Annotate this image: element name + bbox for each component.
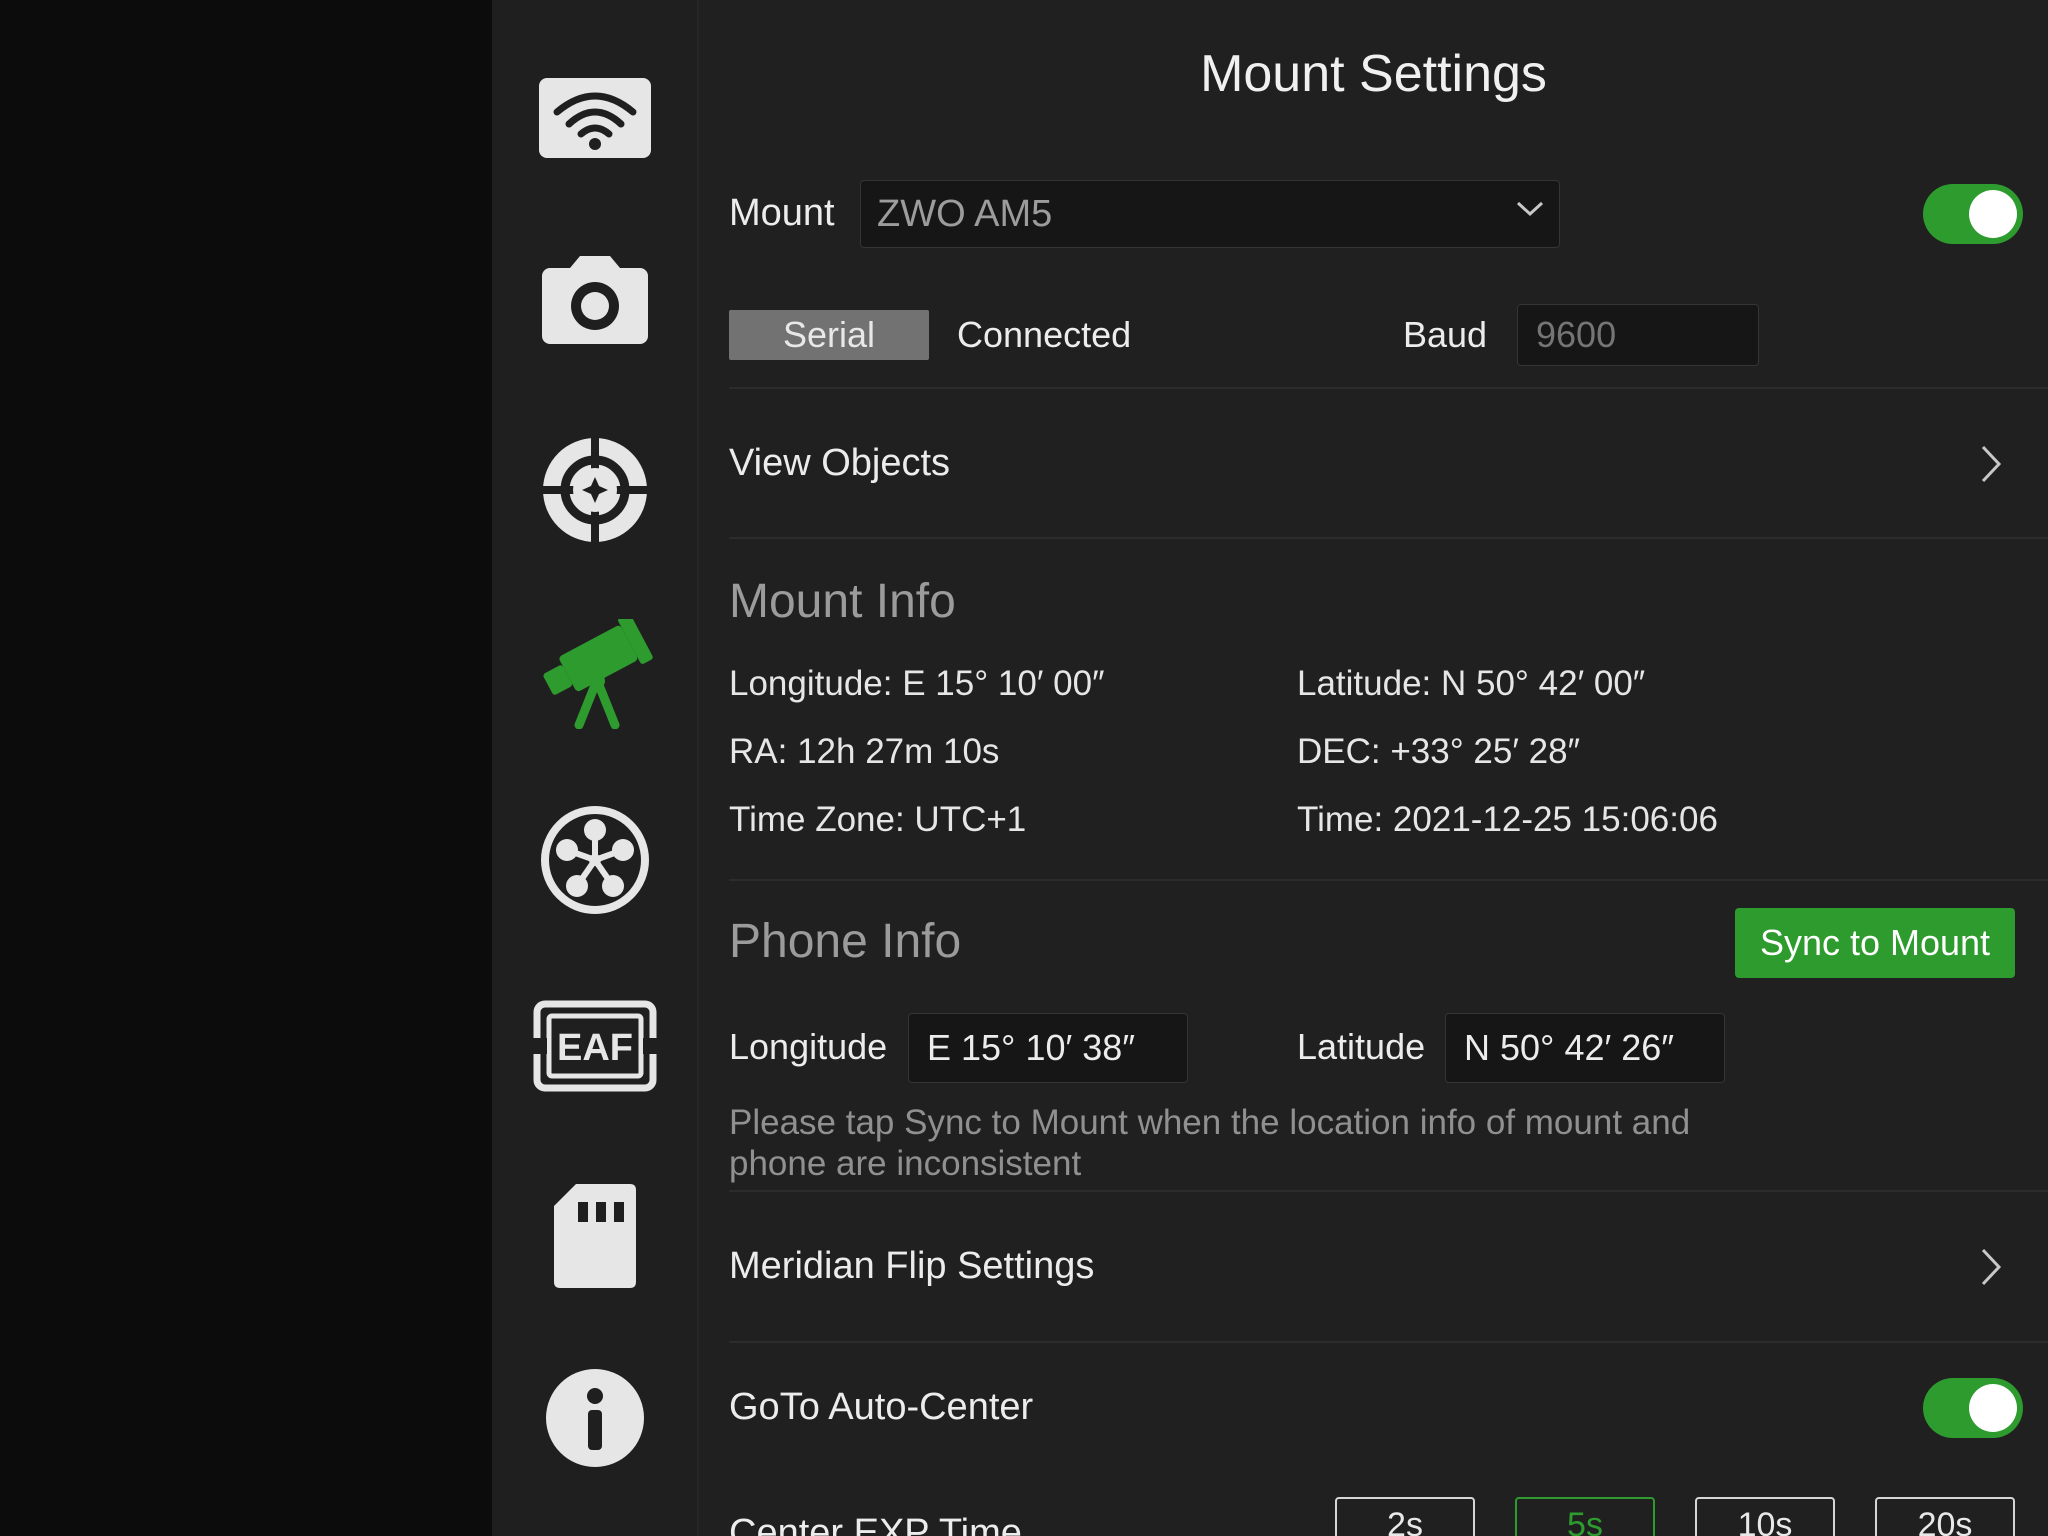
sync-to-mount-button[interactable]: Sync to Mount [1735,908,2015,978]
sidebar: EAF [492,0,699,1536]
mount-info-heading: Mount Info [729,575,956,628]
mount-select[interactable]: ZWO AM5 [860,180,1560,248]
exp-option-2s[interactable]: 2s [1335,1497,1475,1536]
phone-info-note-line: phone are inconsistent [729,1144,1082,1183]
phone-info-note: Please tap Sync to Mount when the locati… [729,1102,1729,1184]
filter-wheel-icon [540,806,649,914]
chevron-right-icon [1981,445,2002,483]
phone-latitude-field[interactable]: N 50° 42′ 26″ [1445,1013,1725,1083]
sidebar-item-filter-wheel[interactable] [492,790,697,930]
center-exp-label: Center EXP Time [729,1512,1022,1536]
goto-auto-center-toggle[interactable] [1923,1378,2023,1438]
exp-option-5s[interactable]: 5s [1515,1497,1655,1536]
exp-option-20s[interactable]: 20s [1875,1497,2015,1536]
sd-card-icon [553,1184,636,1288]
phone-longitude-field[interactable]: E 15° 10′ 38″ [908,1013,1188,1083]
goto-auto-center-label: GoTo Auto-Center [729,1386,1034,1428]
sidebar-item-storage[interactable] [492,1166,697,1306]
guide-icon [541,437,648,543]
mount-longitude: Longitude: E 15° 10′ 00″ [729,664,1105,703]
divider [729,537,2048,539]
mount-select-value: ZWO AM5 [877,193,1053,235]
chevron-down-icon [1516,201,1544,217]
settings-panel: Mount Settings Mount ZWO AM5 Serial Conn… [699,0,2048,1536]
phone-longitude-label: Longitude [729,1026,888,1067]
mount-dec: DEC: +33° 25′ 28″ [1297,732,1580,771]
divider [729,387,2048,389]
connection-status: Connected [957,314,1132,355]
view-objects-label: View Objects [729,442,951,484]
sidebar-item-camera[interactable] [492,230,697,370]
exp-option-10s[interactable]: 10s [1695,1497,1835,1536]
divider [729,1341,2048,1343]
toggle-knob [1969,1384,2017,1432]
page-title: Mount Settings [1200,45,1547,103]
sidebar-item-eaf[interactable]: EAF [492,976,697,1116]
chevron-right-icon [1981,1248,2002,1286]
sidebar-item-mount[interactable] [492,604,697,744]
serial-button[interactable]: Serial [729,310,929,360]
info-icon [545,1369,644,1467]
left-blank-area [0,0,492,1536]
sidebar-item-guide[interactable] [492,420,697,560]
eaf-icon: EAF [532,1000,657,1092]
mount-latitude: Latitude: N 50° 42′ 00″ [1297,664,1646,703]
sidebar-item-wifi[interactable] [492,48,697,188]
phone-latitude-label: Latitude [1297,1026,1426,1067]
mount-ra: RA: 12h 27m 10s [729,732,1000,771]
camera-icon [541,256,648,344]
meridian-flip-label: Meridian Flip Settings [729,1245,1095,1287]
mount-time: Time: 2021-12-25 15:06:06 [1297,800,1718,839]
meridian-flip-row[interactable]: Meridian Flip Settings [729,1193,2048,1341]
baud-input[interactable] [1517,304,1759,366]
telescope-icon [542,619,653,729]
sidebar-item-info[interactable] [492,1348,697,1488]
phone-info-heading: Phone Info [729,915,962,968]
mount-label: Mount [729,192,835,234]
toggle-knob [1969,190,2017,238]
baud-label: Baud [1403,314,1488,355]
mount-time-zone: Time Zone: UTC+1 [729,800,1027,839]
view-objects-row[interactable]: View Objects [729,390,2048,538]
wifi-icon [538,78,651,158]
mount-toggle[interactable] [1923,184,2023,244]
eaf-icon-text: EAF [557,1027,633,1069]
phone-info-note-line: Please tap Sync to Mount when the locati… [729,1103,1691,1142]
divider [729,879,2048,881]
divider [729,1190,2048,1192]
